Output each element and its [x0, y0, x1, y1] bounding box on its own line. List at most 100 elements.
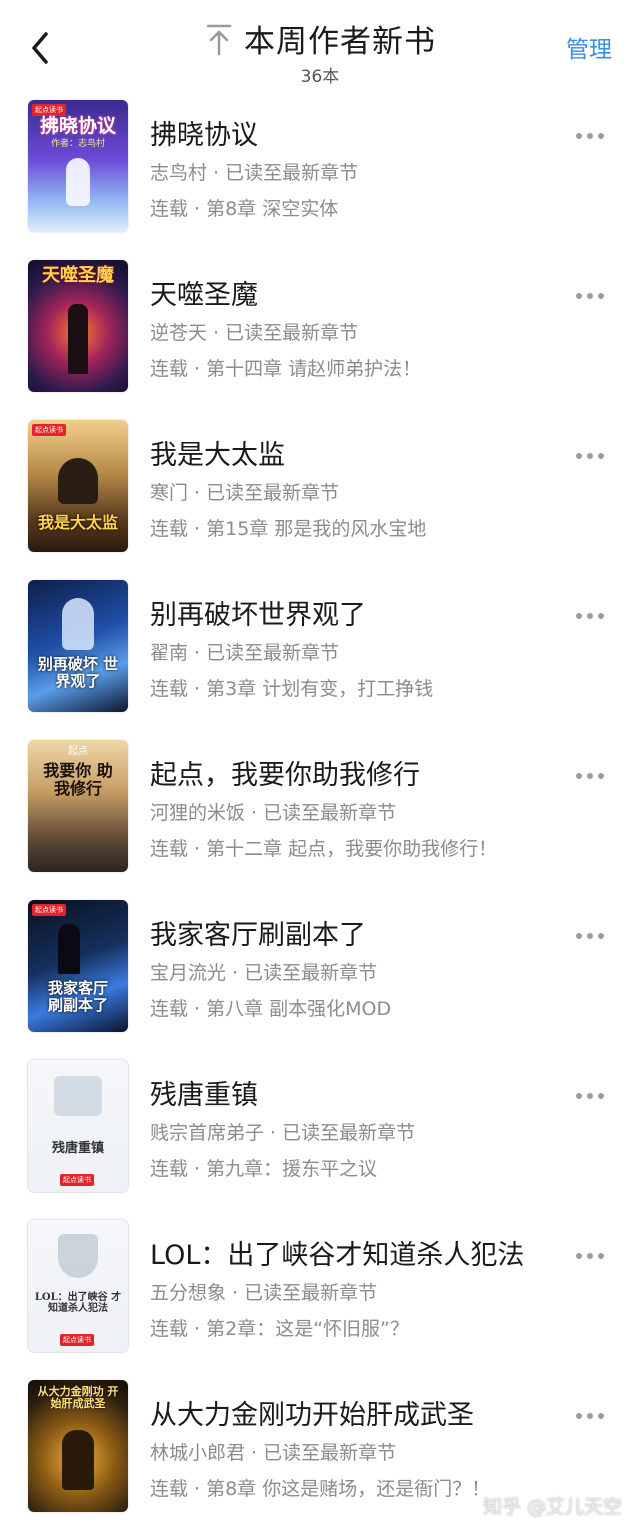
more-button[interactable]: [576, 1404, 610, 1419]
more-button[interactable]: [576, 124, 610, 139]
more-dots-icon: [598, 293, 604, 299]
cover-emblem: [58, 1234, 98, 1278]
book-cover[interactable]: 起点读书 我家客厅 刷副本了: [28, 900, 128, 1032]
book-item[interactable]: 天噬圣魔 天噬圣魔 逆苍天 · 已读至最新章节 连载 · 第十四章 请赵师弟护法…: [0, 256, 640, 416]
book-cover[interactable]: 起点 我要你 助我修行: [28, 740, 128, 872]
book-title[interactable]: 拂晓协议: [150, 113, 258, 152]
cover-badge: 起点读书: [60, 1174, 94, 1186]
book-title[interactable]: 天噬圣魔: [150, 273, 258, 312]
book-cover[interactable]: 别再破坏 世界观了: [28, 580, 128, 712]
book-cover[interactable]: LOL：出了峡谷 才知道杀人犯法 起点读书: [28, 1220, 128, 1352]
book-item[interactable]: 残唐重镇 起点读书 残唐重镇 贱宗首席弟子 · 已读至最新章节 连载 · 第九章…: [0, 1056, 640, 1216]
book-title[interactable]: 我家客厅刷副本了: [150, 913, 366, 952]
book-cover[interactable]: 从大力金刚功 开始肝成武圣: [28, 1380, 128, 1512]
cover-title: 我要你 助我修行: [43, 761, 113, 798]
book-title[interactable]: 起点，我要你助我修行: [150, 753, 420, 792]
book-chapter: 连载 · 第3章 计划有变，打工挣钱: [150, 678, 434, 700]
more-button[interactable]: [576, 284, 610, 299]
book-chapter: 连载 · 第九章：援东平之议: [150, 1158, 378, 1180]
more-dots-icon: [587, 773, 593, 779]
manage-button[interactable]: 管理: [566, 30, 612, 64]
more-dots-icon: [598, 1413, 604, 1419]
cover-figure: [62, 1430, 94, 1490]
more-dots-icon: [598, 1093, 604, 1099]
book-cover[interactable]: 起点读书 拂晓协议 作者：志鸟村: [28, 100, 128, 232]
cover-figure: [66, 158, 90, 206]
more-dots-icon: [576, 1253, 582, 1259]
more-button[interactable]: [576, 1244, 610, 1259]
book-meta: 寒门 · 已读至最新章节: [150, 482, 340, 504]
book-item[interactable]: 起点 我要你 助我修行 起点，我要你助我修行 河狸的米饭 · 已读至最新章节 连…: [0, 736, 640, 896]
cover-title: 残唐重镇: [51, 1141, 104, 1156]
book-chapter: 连载 · 第2章：这是“怀旧服”？: [150, 1318, 409, 1340]
more-dots-icon: [598, 453, 604, 459]
book-cover[interactable]: 残唐重镇 起点读书: [28, 1060, 128, 1192]
cover-badge: 起点读书: [32, 904, 66, 916]
cover-title: 我是大太监: [37, 513, 118, 532]
book-cover[interactable]: 起点读书 我是大太监: [28, 420, 128, 552]
more-dots-icon: [598, 1253, 604, 1259]
book-chapter: 连载 · 第15章 那是我的风水宝地: [150, 518, 427, 540]
book-list: 起点读书 拂晓协议 作者：志鸟村 拂晓协议 志鸟村 · 已读至最新章节 连载 ·…: [0, 96, 640, 1536]
more-dots-icon: [587, 1093, 593, 1099]
cover-badge: 起点读书: [60, 1334, 94, 1346]
page-title: 本周作者新书: [244, 24, 436, 60]
cover-figure: [58, 458, 98, 504]
book-meta: 贱宗首席弟子 · 已读至最新章节: [150, 1122, 416, 1144]
book-item[interactable]: 别再破坏 世界观了 别再破坏世界观了 翟南 · 已读至最新章节 连载 · 第3章…: [0, 576, 640, 736]
more-dots-icon: [598, 933, 604, 939]
cover-subtitle: 起点: [68, 746, 88, 757]
book-item[interactable]: 起点读书 拂晓协议 作者：志鸟村 拂晓协议 志鸟村 · 已读至最新章节 连载 ·…: [0, 96, 640, 256]
more-dots-icon: [576, 613, 582, 619]
book-item[interactable]: 起点读书 我家客厅 刷副本了 我家客厅刷副本了 宝月流光 · 已读至最新章节 连…: [0, 896, 640, 1056]
more-dots-icon: [576, 453, 582, 459]
book-chapter: 连载 · 第十二章 起点，我要你助我修行！: [150, 838, 498, 860]
book-count: 36本: [300, 67, 340, 87]
more-dots-icon: [587, 933, 593, 939]
more-button[interactable]: [576, 444, 610, 459]
cover-subtitle: 作者：志鸟村: [50, 139, 105, 149]
more-button[interactable]: [576, 1084, 610, 1099]
more-dots-icon: [576, 933, 582, 939]
more-button[interactable]: [576, 924, 610, 939]
more-dots-icon: [576, 293, 582, 299]
more-dots-icon: [587, 293, 593, 299]
more-dots-icon: [576, 133, 582, 139]
more-dots-icon: [576, 1093, 582, 1099]
cover-title: 从大力金刚功 开始肝成武圣: [37, 1385, 119, 1411]
book-chapter: 连载 · 第十四章 请赵师弟护法！: [150, 358, 422, 380]
more-button[interactable]: [576, 764, 610, 779]
cover-title: 拂晓协议: [39, 115, 116, 137]
cover-title: 天噬圣魔: [42, 265, 114, 286]
book-meta: 逆苍天 · 已读至最新章节: [150, 322, 359, 344]
book-cover[interactable]: 天噬圣魔: [28, 260, 128, 392]
book-meta: 林城小郎君 · 已读至最新章节: [150, 1442, 397, 1464]
more-dots-icon: [576, 1413, 582, 1419]
watermark: 知乎 @艾儿天空: [482, 1496, 622, 1518]
book-chapter: 连载 · 第八章 副本强化MOD: [150, 998, 392, 1020]
more-dots-icon: [598, 773, 604, 779]
pin-top-icon: [206, 24, 232, 55]
more-button[interactable]: [576, 604, 610, 619]
book-meta: 宝月流光 · 已读至最新章节: [150, 962, 378, 984]
more-dots-icon: [587, 1253, 593, 1259]
book-item[interactable]: 起点读书 我是大太监 我是大太监 寒门 · 已读至最新章节 连载 · 第15章 …: [0, 416, 640, 576]
more-dots-icon: [587, 1413, 593, 1419]
book-title[interactable]: 残唐重镇: [150, 1073, 258, 1112]
book-meta: 五分想象 · 已读至最新章节: [150, 1282, 378, 1304]
header: 本周作者新书 36本 管理: [0, 0, 640, 90]
book-item[interactable]: LOL：出了峡谷 才知道杀人犯法 起点读书 LOL：出了峡谷才知道杀人犯法 五分…: [0, 1216, 640, 1376]
book-title[interactable]: 从大力金刚功开始肝成武圣: [150, 1393, 474, 1432]
cover-title: 我家客厅 刷副本了: [47, 979, 108, 1014]
cover-title: 别再破坏 世界观了: [37, 655, 119, 690]
more-dots-icon: [587, 453, 593, 459]
book-meta: 志鸟村 · 已读至最新章节: [150, 162, 359, 184]
more-dots-icon: [598, 133, 604, 139]
book-title[interactable]: 别再破坏世界观了: [150, 593, 366, 632]
book-chapter: 连载 · 第8章 深空实体: [150, 198, 339, 220]
more-dots-icon: [598, 613, 604, 619]
book-title[interactable]: LOL：出了峡谷才知道杀人犯法: [150, 1233, 524, 1272]
more-dots-icon: [587, 613, 593, 619]
cover-figure: [58, 924, 80, 974]
book-title[interactable]: 我是大太监: [150, 433, 285, 472]
